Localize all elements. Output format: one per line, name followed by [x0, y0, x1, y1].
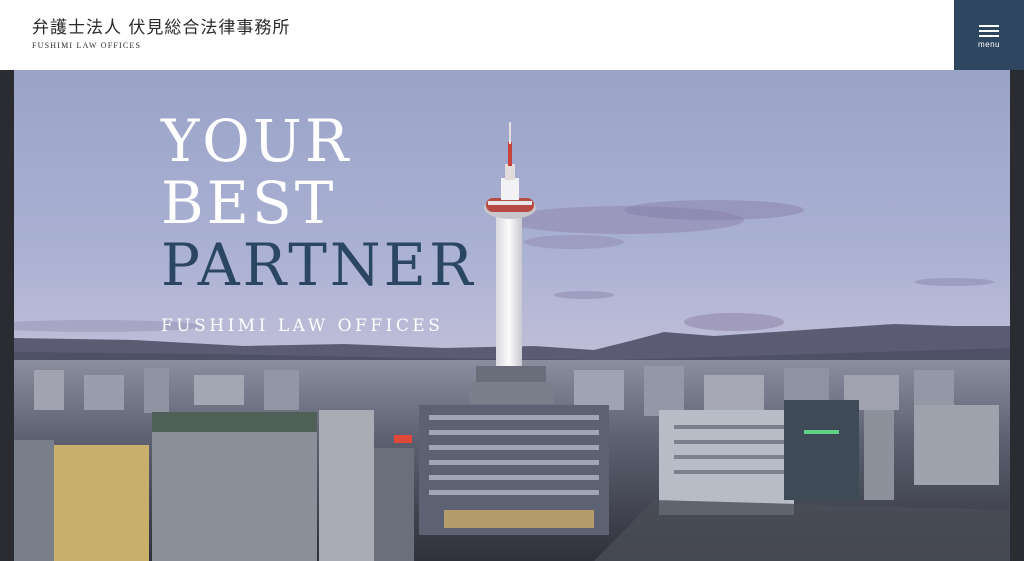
site-header: 弁護士法人 伏見総合法律事務所 FUSHIMI LAW OFFICES menu [0, 0, 1024, 70]
hero-headline: YOUR BEST PARTNER [161, 110, 476, 296]
site-logo[interactable]: 弁護士法人 伏見総合法律事務所 FUSHIMI LAW OFFICES [32, 18, 290, 50]
menu-label: menu [977, 40, 1000, 49]
logo-english-name: FUSHIMI LAW OFFICES [32, 41, 142, 50]
hero-subtitle: FUSHIMI LAW OFFICES [161, 316, 444, 336]
menu-button[interactable]: menu [954, 0, 1024, 70]
headline-line-1: YOUR [161, 107, 352, 175]
logo-japanese-name: 弁護士法人 伏見総合法律事務所 [32, 18, 291, 38]
headline-line-3: PARTNER [161, 231, 476, 299]
hero-section: YOUR BEST PARTNER FUSHIMI LAW OFFICES [14, 70, 1010, 561]
headline-line-2: BEST [161, 169, 337, 237]
hamburger-icon [979, 25, 999, 38]
